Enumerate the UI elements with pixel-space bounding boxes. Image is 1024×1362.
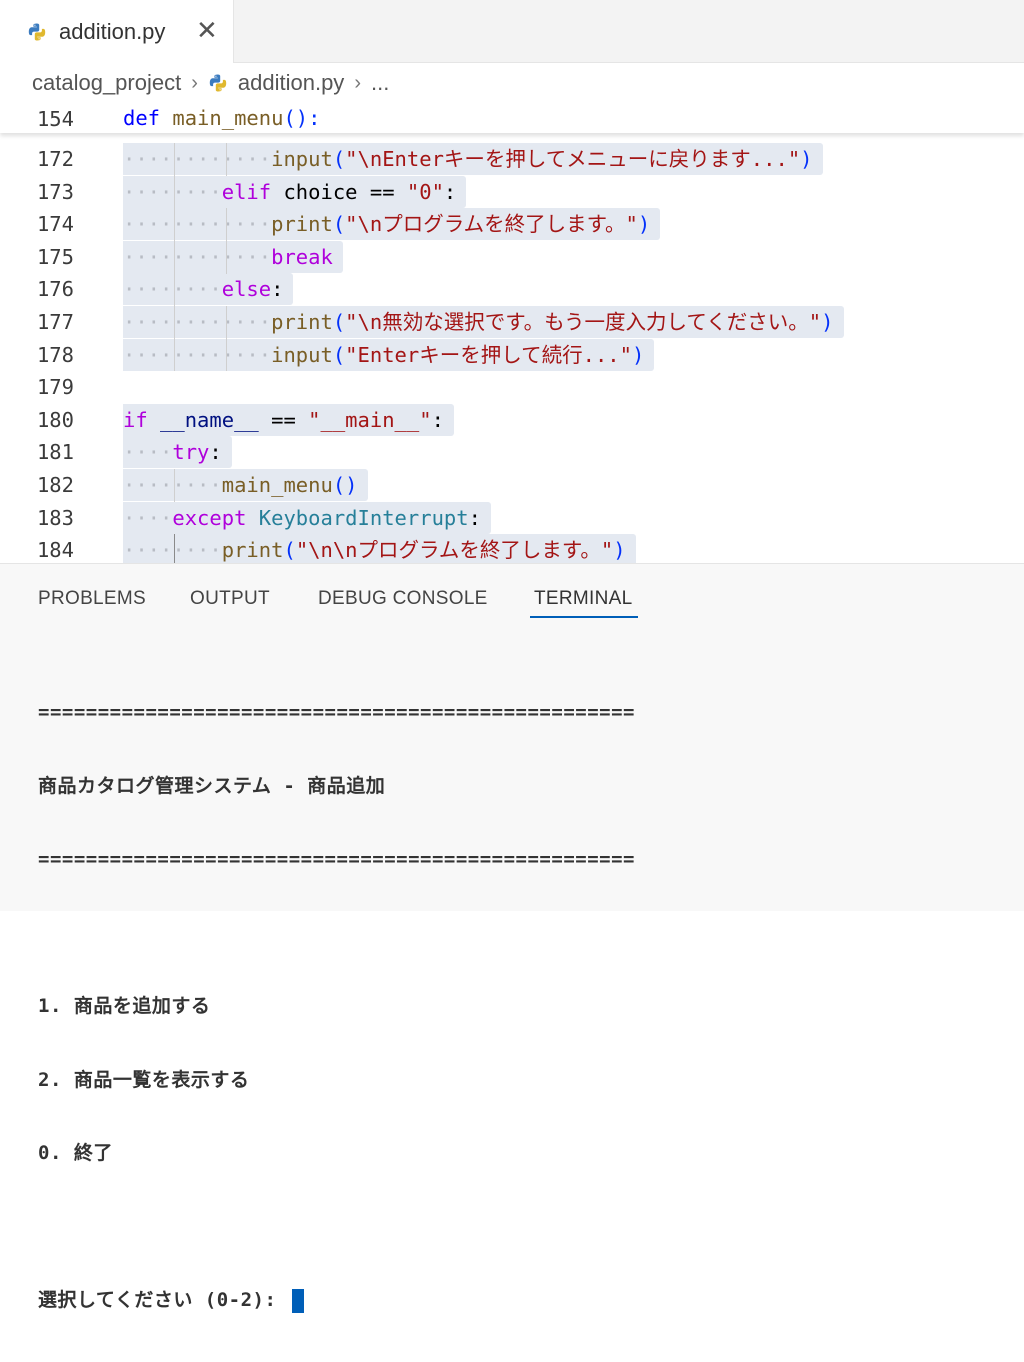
bottom-panel: PROBLEMS OUTPUT DEBUG CONSOLE TERMINAL =… — [0, 563, 1024, 1313]
code-line: ········print("\n\nプログラムを終了します。") — [123, 534, 636, 563]
code-line-173[interactable]: 173 ········elif choice == "0": — [0, 175, 1024, 209]
sticky-scroll-header[interactable]: 154 def main_menu(): — [0, 103, 1024, 133]
chevron-right-icon: › — [191, 71, 198, 94]
breadcrumb-file[interactable]: addition.py — [238, 70, 344, 96]
line-number: 184 — [36, 538, 74, 563]
line-number: 175 — [36, 244, 74, 269]
indent-guide — [174, 534, 175, 563]
line-number: 176 — [36, 277, 74, 302]
code-line: def main_menu(): — [123, 106, 321, 130]
terminal-line: 商品カタログ管理システム - 商品追加 — [38, 774, 386, 797]
tab-terminal[interactable]: TERMINAL — [534, 588, 632, 610]
code-line: if __name__ == "__main__": — [123, 403, 454, 436]
line-number: 179 — [36, 375, 74, 400]
line-number: 182 — [36, 473, 74, 497]
breadcrumb-folder[interactable]: catalog_project — [32, 70, 181, 96]
python-file-icon — [28, 23, 46, 40]
code-line-176[interactable]: 176 ········else: — [0, 273, 1024, 306]
code-line-181[interactable]: 181 ····try: — [0, 436, 1024, 469]
code-line: ············input("Enterキーを押して続行...") — [123, 338, 655, 371]
code-line-178[interactable]: 178 ············input("Enterキーを押して続行..."… — [0, 338, 1024, 372]
indent-guide — [174, 143, 175, 371]
tab-debug-console[interactable]: DEBUG CONSOLE — [318, 588, 488, 610]
python-file-icon — [209, 74, 227, 92]
tab-output[interactable]: OUTPUT — [190, 588, 270, 610]
line-number: 181 — [36, 440, 74, 465]
indent-guide — [174, 469, 175, 502]
close-icon[interactable]: ✕ — [196, 16, 218, 46]
breadcrumb-more[interactable]: ... — [371, 70, 389, 96]
terminal-line: 1. 商品を追加する — [38, 995, 211, 1017]
code-line: ············break — [123, 240, 343, 273]
terminal-prompt-line[interactable]: 選択してください (0-2): — [38, 1288, 635, 1313]
line-number: 183 — [36, 505, 74, 530]
code-line-179[interactable]: 179 — [0, 371, 1024, 404]
indent-guide — [226, 208, 227, 274]
code-line: ············print("\nプログラムを終了します。") — [123, 208, 661, 241]
code-line: ········main_menu() — [123, 469, 368, 501]
terminal-prompt: 選択してください (0-2): — [38, 1289, 289, 1311]
indent-guide — [226, 143, 227, 176]
code-line: ····try: — [123, 436, 232, 469]
code-line-172[interactable]: 172 ············input("\nEnterキーを押してメニュー… — [0, 143, 1024, 176]
terminal-line: ========================================… — [38, 701, 635, 723]
terminal-cursor — [292, 1288, 305, 1313]
code-line: ············input("\nEnterキーを押してメニューに戻りま… — [123, 143, 823, 175]
line-number: 154 — [36, 107, 74, 131]
code-line-182[interactable]: 182 ········main_menu() — [0, 469, 1024, 502]
line-number: 174 — [36, 212, 74, 237]
tab-problems[interactable]: PROBLEMS — [38, 588, 146, 610]
code-line-180[interactable]: 180 if __name__ == "__main__": — [0, 403, 1024, 437]
tab-label: addition.py — [59, 18, 166, 44]
code-line-174[interactable]: 174 ············print("\nプログラムを終了します。") — [0, 208, 1024, 241]
chevron-right-icon: › — [354, 71, 361, 94]
code-line-183[interactable]: 183 ····except KeyboardInterrupt: — [0, 501, 1024, 535]
code-line: ····except KeyboardInterrupt: — [123, 501, 491, 534]
breadcrumb: catalog_project › addition.py › ... — [0, 63, 1024, 103]
code-line-175[interactable]: 175 ············break — [0, 240, 1024, 274]
code-editor[interactable]: 154 def main_menu(): 172 ············inp… — [0, 103, 1024, 563]
tab-addition-py[interactable]: addition.py ✕ — [0, 0, 234, 63]
terminal-line: 2. 商品一覧を表示する — [38, 1068, 250, 1091]
terminal-line: 0. 終了 — [38, 1142, 113, 1164]
line-number: 180 — [36, 407, 74, 432]
editor-tab-bar: addition.py ✕ — [0, 0, 1024, 63]
line-number: 173 — [36, 179, 74, 204]
terminal-output[interactable]: ========================================… — [38, 651, 635, 1362]
code-line: ············print("\n無効な選択です。もう一度入力してくださ… — [123, 306, 844, 338]
code-line-184[interactable]: 184 ········print("\n\nプログラムを終了します。") — [0, 534, 1024, 563]
line-number: 177 — [36, 310, 74, 334]
code-line: ········else: — [123, 273, 294, 306]
code-line-177[interactable]: 177 ············print("\n無効な選択です。もう一度入力し… — [0, 306, 1024, 339]
terminal-line: ========================================… — [38, 848, 635, 870]
active-tab-indicator — [530, 616, 638, 618]
line-number: 178 — [36, 342, 74, 367]
indent-guide — [226, 306, 227, 371]
line-number: 172 — [36, 147, 74, 171]
